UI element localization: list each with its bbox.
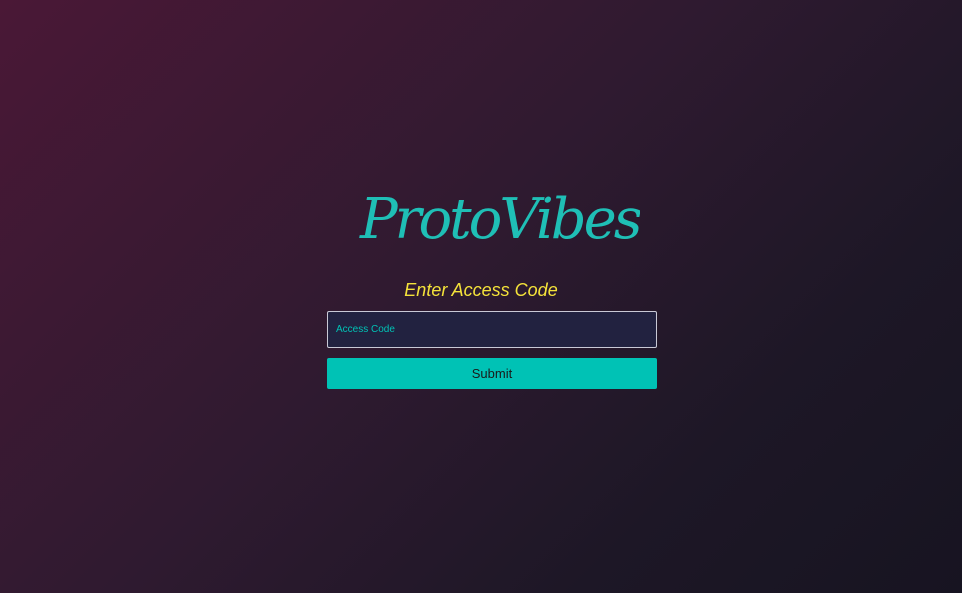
logo-text: ProtoVibes bbox=[359, 187, 640, 252]
access-code-heading: Enter Access Code bbox=[404, 280, 558, 300]
access-code-input[interactable] bbox=[327, 311, 657, 348]
protovibes-logo: ProtoVibes bbox=[356, 186, 640, 254]
logo-wordmark: ProtoVibes bbox=[359, 187, 640, 252]
submit-button[interactable]: Submit bbox=[327, 358, 657, 389]
